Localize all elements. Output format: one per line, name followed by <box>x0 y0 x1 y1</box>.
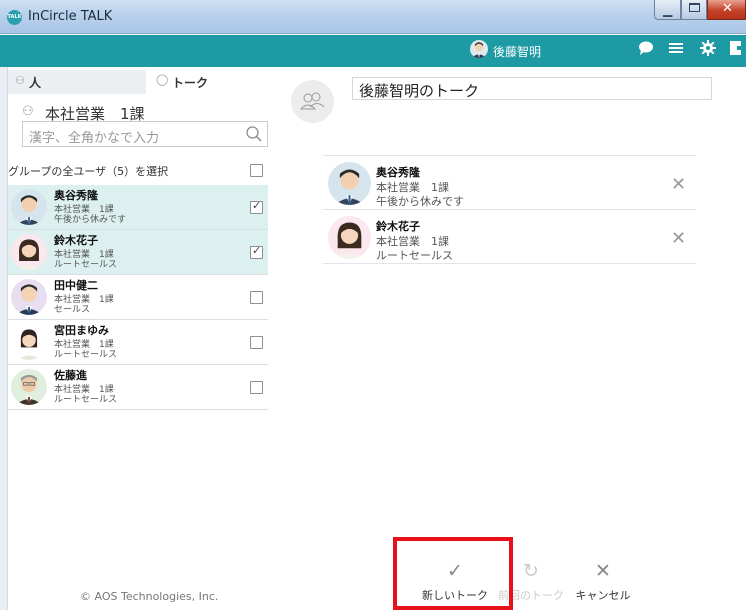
tab-people[interactable]: ⚇ 人 <box>8 70 146 94</box>
app-logo-icon: TALK <box>7 10 22 25</box>
user-name: 田中健二 <box>54 279 98 292</box>
list-item: 奥谷秀隆 本社営業 1課 午後から休みです ✕ <box>323 156 696 210</box>
user-name: 佐藤進 <box>54 369 87 382</box>
avatar <box>328 216 371 259</box>
avatar <box>11 279 47 315</box>
talk-title-input[interactable]: 後藤智明のトーク <box>352 77 712 100</box>
minimize-button[interactable]: ▁ <box>654 0 681 20</box>
close-icon: ✕ <box>595 560 611 582</box>
current-user-avatar[interactable] <box>470 40 488 58</box>
remove-member-icon[interactable]: ✕ <box>671 228 686 249</box>
user-checkbox[interactable] <box>250 381 263 394</box>
search-icon[interactable] <box>245 125 263 143</box>
select-all-row[interactable]: グループの全ユーザ（5）を選択 <box>8 160 268 182</box>
user-name: 宮田まゆみ <box>54 324 109 337</box>
current-user-name[interactable]: 後藤智明 <box>493 43 541 60</box>
select-all-label: グループの全ユーザ（5）を選択 <box>8 165 169 178</box>
user-status: ルートセールス <box>54 350 118 360</box>
close-icon: ✕ <box>722 1 733 16</box>
maximize-icon <box>689 3 700 12</box>
search-input[interactable]: 漢字、全角かなで入力 <box>22 121 268 147</box>
list-item[interactable]: 鈴木花子 本社営業 1課 ルートセールス <box>8 230 268 275</box>
user-name: 鈴木花子 <box>54 234 98 247</box>
list-item: 鈴木花子 本社営業 1課 ルートセールス ✕ <box>323 210 696 264</box>
user-status: ルートセールス <box>54 260 118 270</box>
list-item[interactable]: 宮田まゆみ 本社営業 1課 ルートセールス <box>8 320 268 365</box>
group-icon: ⚇ <box>22 104 34 119</box>
highlight-box <box>393 537 513 610</box>
window-title: InCircle TALK <box>28 9 113 24</box>
remove-member-icon[interactable]: ✕ <box>671 174 686 195</box>
exit-icon[interactable] <box>729 40 746 60</box>
user-list: 奥谷秀隆 本社営業 1課 午後から休みです 鈴木花子 本社営業 1課 ルートセー… <box>8 185 268 410</box>
select-all-checkbox[interactable] <box>250 164 263 177</box>
tab-people-label: 人 <box>29 76 42 90</box>
user-checkbox[interactable] <box>250 336 263 349</box>
avatar <box>328 162 371 205</box>
chat-bubble-icon[interactable] <box>638 40 654 60</box>
member-name: 奥谷秀隆 <box>376 166 420 179</box>
user-status: 午後から休みです <box>54 215 127 225</box>
user-checkbox[interactable] <box>250 199 263 214</box>
avatar <box>11 369 47 405</box>
gear-icon[interactable] <box>700 40 716 60</box>
member-status: 午後から休みです <box>376 195 464 208</box>
tab-talk-label: トーク <box>172 76 209 90</box>
cancel-label: キャンセル <box>575 589 631 602</box>
app-header <box>0 35 746 67</box>
avatar <box>11 234 47 270</box>
user-checkbox[interactable] <box>250 291 263 304</box>
cancel-button[interactable]: ✕ キャンセル <box>571 560 635 603</box>
app-window: TALK InCircle TALK ▁ ✕ 後藤智明 ⚇ 人 ◯ トーク ⚇ … <box>0 0 746 610</box>
member-status: ルートセールス <box>376 249 453 262</box>
left-edge <box>0 67 8 610</box>
list-item[interactable]: 田中健二 本社営業 1課 セールス <box>8 275 268 320</box>
copyright: © AOS Technologies, Inc. <box>80 590 219 603</box>
list-item[interactable]: 奥谷秀隆 本社営業 1課 午後から休みです <box>8 185 268 230</box>
speech-bubble-icon: ◯ <box>156 73 169 86</box>
user-name: 奥谷秀隆 <box>54 189 98 202</box>
member-list: 奥谷秀隆 本社営業 1課 午後から休みです ✕ 鈴木花子 本社営業 1課 ルート… <box>323 155 696 264</box>
person-icon: ⚇ <box>15 74 25 87</box>
list-item[interactable]: 佐藤進 本社営業 1課 ルートセールス <box>8 365 268 410</box>
user-status: ルートセールス <box>54 395 118 405</box>
user-status: セールス <box>54 305 91 315</box>
avatar <box>11 324 47 360</box>
talk-group-icon <box>291 80 334 123</box>
member-name: 鈴木花子 <box>376 220 420 233</box>
tab-talk[interactable]: ◯ トーク <box>146 70 268 94</box>
menu-icon[interactable] <box>668 40 684 60</box>
avatar <box>11 189 47 225</box>
close-window-button[interactable]: ✕ <box>707 0 746 20</box>
maximize-button[interactable] <box>681 0 707 20</box>
title-bar: TALK InCircle TALK ▁ ✕ <box>0 0 746 34</box>
search-placeholder: 漢字、全角かなで入力 <box>29 131 160 146</box>
user-checkbox[interactable] <box>250 244 263 259</box>
minimize-icon: ▁ <box>663 3 673 17</box>
